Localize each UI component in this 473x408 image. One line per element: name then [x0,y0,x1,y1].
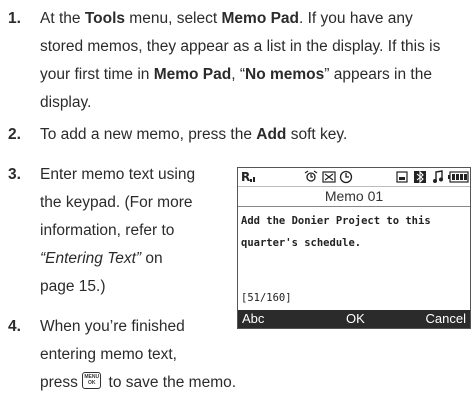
memo-line: Add the Donier Project to this [241,215,431,227]
signal-strength-icon: R [241,170,255,184]
memory-card-icon [396,171,408,183]
emphasized-term: Memo Pad [153,66,232,83]
step-line: When you’re finished [40,318,185,335]
music-icon [433,170,443,183]
status-bar: R [238,168,470,187]
screen-title: Memo 01 [238,186,470,207]
step-text: At the Tools menu, select Memo Pad. If y… [40,5,440,117]
alarm-icon [304,170,318,182]
step-line: stored memos, they appear as a list in t… [40,38,441,55]
emphasized-term: No memos [245,66,325,83]
abc-softkey[interactable]: Abc [242,310,264,328]
bluetooth-icon [414,170,426,184]
step-number: 4. [8,318,21,335]
emphasized-term: Memo Pad [221,10,300,27]
message-icon [322,171,336,183]
phone-screen: R Memo 01 Add the Donier Project to this… [237,167,471,329]
step-number: 1. [8,10,21,27]
step-line: the keypad. (For more [40,194,193,211]
emphasized-term: Add [256,126,287,143]
cancel-softkey[interactable]: Cancel [426,310,466,328]
svg-text:R: R [241,170,250,184]
step-text: To add a new memo, press the Add soft ke… [40,121,347,149]
continuation-after: to save the memo. [104,374,237,391]
memo-text-field[interactable]: Add the Donier Project to this quarter's… [241,210,467,254]
menu-ok-key-icon [82,372,102,389]
step-line: “Entering Text” on [40,250,163,267]
clock-icon [339,170,353,184]
step-line: your first time in Memo Pad, “No memos” … [40,66,432,83]
continuation-before: press [40,374,83,391]
step-line: display. [40,94,92,111]
step-line: entering memo text, [40,346,177,363]
softkey-bar: Abc OK Cancel [238,310,470,328]
step-line: Enter memo text using [40,166,196,183]
step-line: To add a new memo, press the Add soft ke… [40,126,348,143]
cross-reference: “Entering Text” [40,250,142,267]
step-number: 2. [8,126,21,143]
emphasized-term: Tools [84,10,125,27]
step-line: information, refer to [40,222,175,239]
step-line: page 15.) [40,278,106,295]
character-counter: [51/160] [241,292,292,304]
battery-icon [448,171,469,183]
ok-softkey[interactable]: OK [346,310,365,328]
step-line: At the Tools menu, select Memo Pad. If y… [40,10,413,27]
step-text: Enter memo text using the keypad. (For mo… [40,161,195,301]
step-number: 3. [8,166,21,183]
memo-line: quarter's schedule. [241,237,362,249]
step-text: When you’re finished entering memo text, [40,313,185,369]
